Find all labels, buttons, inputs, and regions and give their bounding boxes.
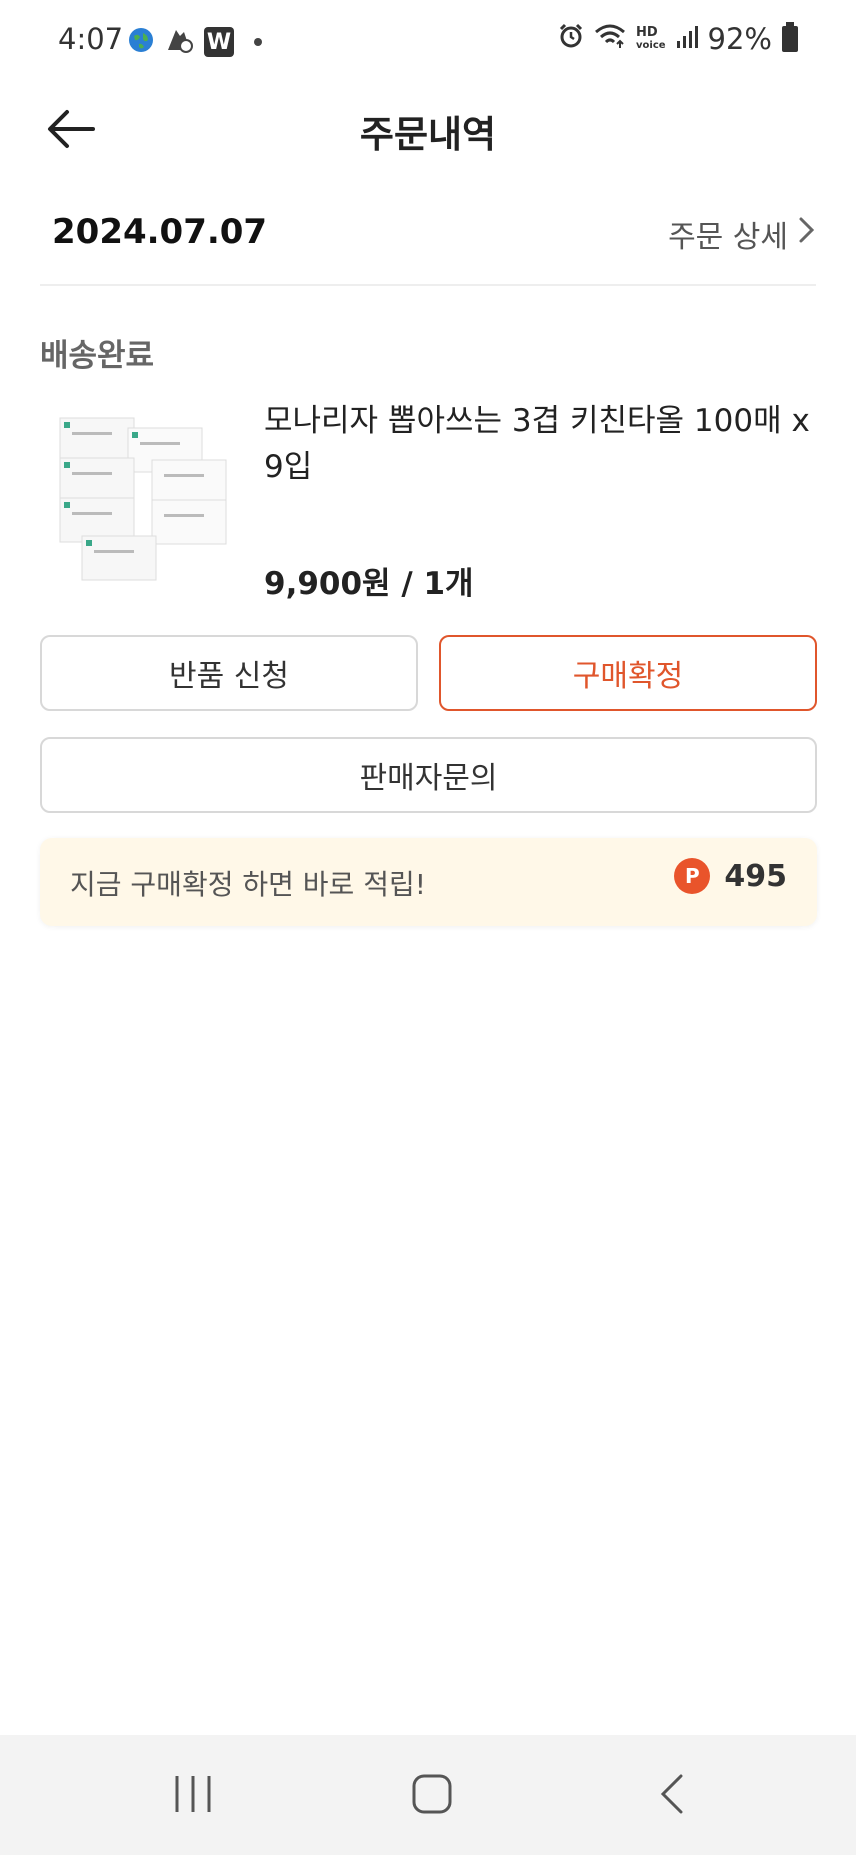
order-date-row: 2024.07.07 주문 상세 [40,200,816,286]
notification-icons: W [128,26,262,58]
system-back-button[interactable] [642,1771,702,1821]
reward-points: P 495 [674,858,787,894]
order-detail-link[interactable]: 주문 상세 [668,212,816,256]
voice-label: voice [636,40,666,51]
app-header: 주문내역 [0,84,856,194]
purchase-confirm-button[interactable]: 구매확정 [439,635,817,711]
delivery-status: 배송완료 [40,338,155,374]
more-notifications-dot [254,38,262,46]
recent-apps-icon [173,1772,213,1820]
reward-amount: 495 [724,858,787,894]
app-notification-icon [164,26,194,58]
hd-label: HD [636,25,658,40]
order-date: 2024.07.07 [52,212,268,252]
product-price: 9,900원 / 1개 [264,566,474,602]
recent-apps-button[interactable] [163,1771,223,1821]
system-nav-bar [0,1735,856,1855]
status-bar: 4:07 W HD voice 92% [0,0,856,84]
battery-text: 92% [707,22,772,56]
seller-inquiry-button[interactable]: 판매자문의 [40,737,817,813]
home-button[interactable] [402,1771,462,1821]
reward-banner: 지금 구매확정 하면 바로 적립! P 495 [40,838,817,926]
w-app-icon: W [204,27,234,57]
signal-icon [676,22,698,56]
globe-icon [128,27,154,57]
reward-message: 지금 구매확정 하면 바로 적립! [70,868,426,901]
order-detail-label: 주문 상세 [668,220,788,255]
product-image[interactable] [52,408,232,588]
chevron-right-icon [798,215,816,253]
battery-icon [782,22,798,52]
wifi-icon [594,22,626,56]
status-right: HD voice 92% [558,22,798,56]
point-icon: P [674,858,711,894]
status-time: 4:07 [58,22,124,56]
product-name[interactable]: 모나리자 뽑아쓰는 3겹 키친타올 100매 x 9입 [264,398,824,490]
return-request-button[interactable]: 반품 신청 [40,635,418,711]
home-icon [411,1773,453,1819]
chevron-left-icon [657,1772,687,1820]
hd-voice-icon: HD voice [636,26,666,52]
page-title: 주문내역 [359,113,497,156]
alarm-icon [558,22,584,56]
